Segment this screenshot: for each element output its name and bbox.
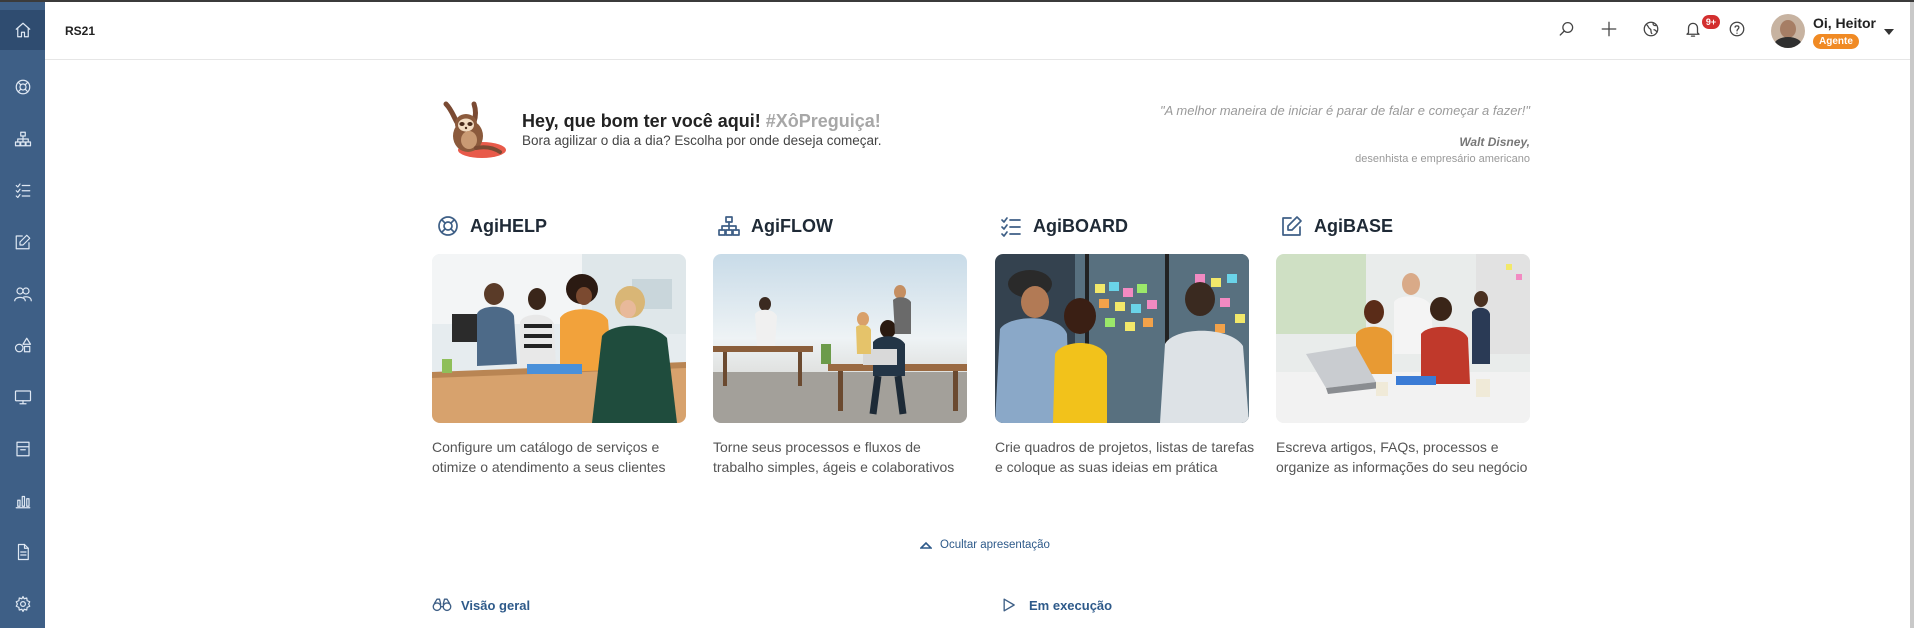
card-agihelp[interactable]: AgiHELP Configure um catálogo de serviço… (432, 212, 686, 475)
card-title: AgiBASE (1314, 215, 1394, 236)
section-in-progress-label: Em execução (1029, 597, 1113, 613)
hero-title-text: Hey, que bom ter você aqui! (522, 111, 761, 131)
plus-icon (1601, 21, 1617, 37)
card-image-team-laptop (1276, 254, 1530, 423)
sidebar (0, 2, 45, 628)
sidebar-item-agibase[interactable] (0, 222, 45, 262)
quote-author: Walt Disney, (1459, 135, 1530, 149)
monitor-icon (14, 390, 31, 405)
checklist-icon (1001, 217, 1021, 237)
bar-chart-icon (15, 495, 30, 509)
card-description: Escreva artigos, FAQs, processos e organ… (1276, 439, 1528, 475)
user-greeting[interactable]: Oi, Heitor (1813, 15, 1876, 31)
sidebar-item-settings[interactable] (0, 584, 45, 624)
section-in-progress[interactable]: Em execução (1000, 597, 1112, 613)
avatar-body (1774, 37, 1802, 48)
sidebar-item-reports[interactable] (0, 481, 45, 521)
quote-text: "A melhor maneira de iniciar é parar de … (1159, 103, 1530, 118)
notifications-button[interactable] (1682, 18, 1704, 40)
hero-hashtag: #XôPreguiça! (765, 111, 881, 131)
card-description: Configure um catálogo de serviços e otim… (432, 439, 666, 475)
shapes-icon (14, 337, 31, 353)
play-icon (1003, 598, 1015, 612)
language-button[interactable] (1640, 18, 1662, 40)
card-description: Crie quadros de projetos, listas de tare… (995, 439, 1255, 475)
hide-presentation-link[interactable]: Ocultar apresentação (920, 539, 1050, 551)
card-header: AgiFLOW (713, 212, 967, 240)
hero-subtitle: Bora agilizar o dia a dia? Escolha por o… (522, 133, 882, 148)
chevron-up-icon (920, 541, 932, 549)
sidebar-item-archive[interactable] (0, 429, 45, 469)
card-image-sticky-notes-board (995, 254, 1249, 423)
app-name: RS21 (65, 24, 96, 38)
lifebuoy-icon (15, 79, 30, 95)
globe-icon (1643, 21, 1659, 37)
user-avatar[interactable] (1771, 14, 1805, 48)
sidebar-item-agiboard[interactable] (0, 170, 45, 210)
add-button[interactable] (1598, 18, 1620, 40)
section-overview-label: Visão geral (461, 597, 531, 613)
card-agiflow[interactable]: AgiFLOW Torne seus processos e fluxos de… (713, 212, 967, 475)
user-role-badge: Agente (1813, 34, 1859, 49)
binoculars-icon (432, 598, 452, 612)
search-button[interactable] (1556, 18, 1578, 40)
edit-icon (15, 234, 30, 250)
sidebar-item-agihelp[interactable] (0, 67, 45, 107)
notifications-badge: 9+ (1702, 15, 1720, 29)
card-agiboard[interactable]: AgiBOARD Crie quadros de projetos, lista… (995, 212, 1254, 475)
card-title: AgiBOARD (1033, 215, 1128, 236)
sidebar-item-assets[interactable] (0, 325, 45, 365)
hero-title: Hey, que bom ter você aqui! #XôPreguiça! (522, 111, 881, 132)
card-header: AgiHELP (432, 212, 686, 240)
card-image-helpdesk-team (432, 254, 686, 423)
document-icon (17, 543, 29, 561)
sidebar-item-documents[interactable] (0, 532, 45, 572)
card-header: AgiBOARD (995, 212, 1249, 240)
card-agibase[interactable]: AgiBASE Escreva artigos, FAQs, processos… (1276, 212, 1530, 475)
hierarchy-icon (14, 131, 31, 147)
quote-author-description: desenhista e empresário americano (1355, 153, 1530, 165)
users-icon (13, 287, 32, 302)
card-image-open-office (713, 254, 967, 423)
card-title: AgiFLOW (751, 215, 833, 236)
bell-icon (1686, 22, 1700, 37)
archive-icon (15, 441, 30, 457)
home-icon (15, 22, 30, 38)
page-scrollbar[interactable] (1910, 2, 1914, 628)
sidebar-item-agiflow[interactable] (0, 119, 45, 159)
avatar-face (1780, 20, 1796, 38)
user-menu-caret-icon[interactable] (1884, 29, 1894, 35)
sidebar-item-home[interactable] (0, 10, 45, 50)
sidebar-item-monitor[interactable] (0, 377, 45, 417)
hide-presentation-label: Ocultar apresentação (940, 539, 1050, 551)
help-button[interactable] (1726, 18, 1748, 40)
lifebuoy-icon (438, 216, 458, 236)
gear-icon (15, 595, 30, 613)
hierarchy-icon (718, 216, 740, 236)
edit-icon (1282, 216, 1302, 236)
card-header: AgiBASE (1276, 212, 1530, 240)
search-icon (1559, 21, 1574, 36)
top-header: RS21 (45, 2, 1910, 60)
sloth-mascot-icon (443, 101, 506, 158)
sidebar-item-users[interactable] (0, 274, 45, 314)
checklist-icon (15, 183, 30, 199)
section-overview[interactable]: Visão geral (432, 597, 530, 613)
help-icon (1729, 21, 1745, 37)
card-description: Torne seus processos e fluxos de trabalh… (713, 439, 955, 475)
card-title: AgiHELP (470, 215, 548, 236)
